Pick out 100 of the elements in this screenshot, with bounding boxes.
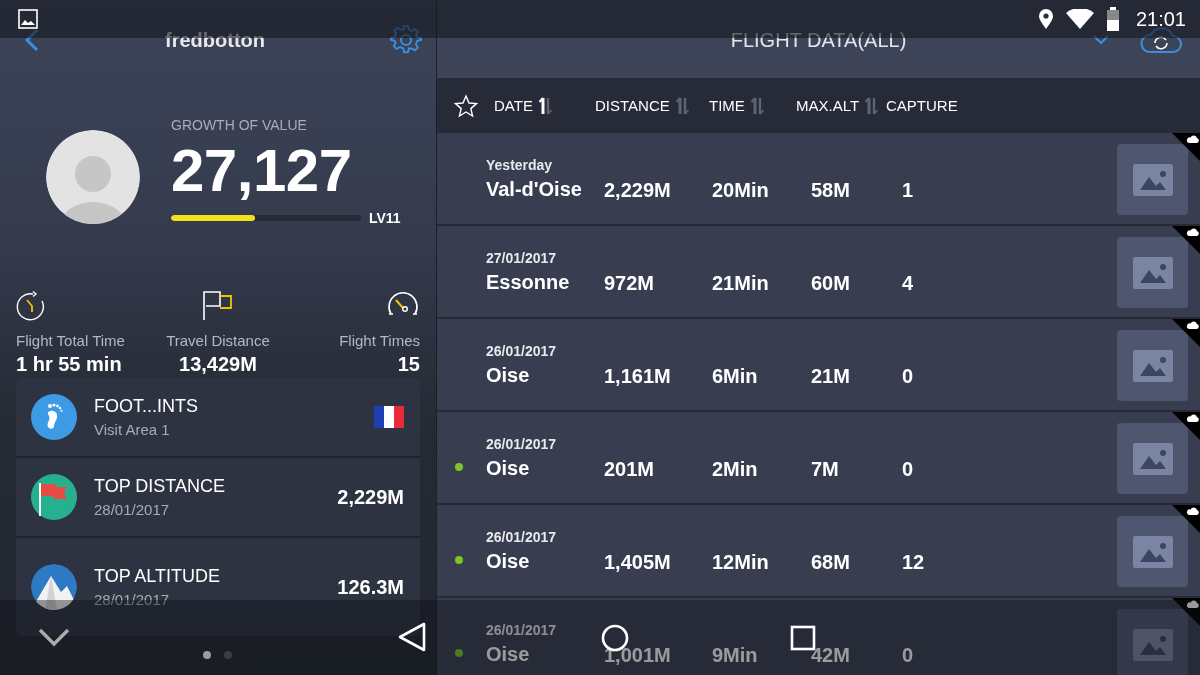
card-subtitle: 28/01/2017 xyxy=(94,591,171,608)
cloud-corner-icon xyxy=(1172,598,1200,626)
flight-max-altitude: 42M xyxy=(811,643,851,667)
flight-distance: 1,001M xyxy=(604,643,672,667)
flight-date: 26/01/2017 xyxy=(486,621,558,638)
image-placeholder-icon xyxy=(1132,256,1173,289)
photo-thumbnail[interactable] xyxy=(1117,609,1188,675)
flight-row[interactable]: 26/01/2017 Oise 1,001M 9Min 42M 0 xyxy=(437,598,1200,675)
card-subtitle: Visit Area 1 xyxy=(94,421,171,438)
username-title: fredbotton xyxy=(165,28,265,52)
flight-date: 26/01/2017 xyxy=(486,342,558,359)
flight-row[interactable]: 26/01/2017 Oise 1,161M 6Min 21M 0 xyxy=(437,319,1200,410)
flight-time: 2Min xyxy=(712,457,759,481)
flight-max-altitude: 58M xyxy=(811,178,851,202)
cloud-corner-icon xyxy=(1172,226,1200,254)
star-icon[interactable] xyxy=(454,93,478,118)
flight-max-altitude: 60M xyxy=(811,271,851,295)
column-label: MAX.ALT xyxy=(796,97,860,114)
level-label: LV11 xyxy=(369,210,401,226)
flight-distance: 1,405M xyxy=(604,550,672,574)
card-title: FOOT...INTS xyxy=(94,396,199,417)
flight-place: Oise xyxy=(486,642,531,666)
image-placeholder-icon xyxy=(1132,628,1173,661)
card-value: 126.3M xyxy=(337,575,404,599)
capture-count: 0 xyxy=(902,364,915,388)
image-placeholder-icon xyxy=(1132,163,1173,196)
flight-distance: 2,229M xyxy=(604,178,672,202)
cloud-corner-icon xyxy=(1172,505,1200,533)
flight-place: Oise xyxy=(486,363,531,387)
pennant-flag-icon xyxy=(31,474,77,520)
page-indicator-dot[interactable] xyxy=(203,651,211,659)
flight-distance: 972M xyxy=(604,271,656,295)
column-label: DATE xyxy=(494,97,533,114)
screen-title: FLIGHT DATA(ALL) xyxy=(730,28,907,52)
flight-date: 26/01/2017 xyxy=(486,435,558,452)
stat-label: Travel Distance xyxy=(166,332,270,349)
flight-date: 26/01/2017 xyxy=(486,528,558,545)
capture-count: 12 xyxy=(902,550,926,574)
capture-count: 0 xyxy=(902,457,915,481)
flight-time: 9Min xyxy=(712,643,759,667)
flight-row[interactable]: 27/01/2017 Essonne 972M 21Min 60M 4 xyxy=(437,226,1200,317)
image-placeholder-icon xyxy=(1132,349,1173,382)
chevron-down-icon[interactable] xyxy=(1093,35,1109,45)
card-title: TOP DISTANCE xyxy=(94,476,227,497)
mountain-icon xyxy=(31,564,77,610)
column-label: TIME xyxy=(709,97,745,114)
flight-max-altitude: 21M xyxy=(811,364,851,388)
flight-place: Essonne xyxy=(486,270,571,294)
card-title: TOP ALTITUDE xyxy=(94,566,222,587)
flag-outline-icon xyxy=(201,290,235,322)
column-header[interactable]: MAX.ALT xyxy=(796,96,886,115)
image-placeholder-icon xyxy=(1132,535,1173,568)
photo-thumbnail[interactable] xyxy=(1117,237,1188,308)
photo-thumbnail[interactable] xyxy=(1117,516,1188,587)
column-header[interactable]: CAPTURE xyxy=(886,97,1006,114)
gallery-notification-icon xyxy=(18,9,38,29)
capture-count: 4 xyxy=(902,271,915,295)
france-flag-icon xyxy=(374,406,404,428)
wifi-icon xyxy=(1065,9,1094,29)
card-subtitle: 28/01/2017 xyxy=(94,501,171,518)
flight-time: 20Min xyxy=(712,178,770,202)
sort-icon[interactable] xyxy=(537,96,553,115)
flight-distance: 201M xyxy=(604,457,656,481)
cloud-corner-icon xyxy=(1172,412,1200,440)
column-header[interactable]: DATE xyxy=(494,96,595,115)
settings-icon[interactable] xyxy=(390,24,422,56)
photo-thumbnail[interactable] xyxy=(1117,144,1188,215)
flight-distance: 1,161M xyxy=(604,364,672,388)
stats-card[interactable]: TOP ALTITUDE 28/01/2017 126.3M xyxy=(16,538,420,636)
stat-value: 13,429M xyxy=(179,353,257,376)
flight-place: Val-d'Oise xyxy=(486,177,583,201)
growth-value: 27,127 xyxy=(171,141,353,201)
flight-date: Yesterday xyxy=(486,156,554,173)
stat-label: Flight Times xyxy=(339,332,420,349)
flight-time: 12Min xyxy=(712,550,770,574)
chevron-down-icon[interactable] xyxy=(38,628,70,648)
flight-row[interactable]: Yesterday Val-d'Oise 2,229M 20Min 58M 1 xyxy=(437,133,1200,224)
growth-label: GROWTH OF VALUE xyxy=(171,117,308,133)
card-value: 2,229M xyxy=(337,485,404,509)
stats-card[interactable]: FOOT...INTS Visit Area 1 xyxy=(16,378,420,456)
column-header[interactable]: TIME xyxy=(709,96,796,115)
photo-thumbnail[interactable] xyxy=(1117,330,1188,401)
column-header[interactable]: DISTANCE xyxy=(595,96,709,115)
flight-row[interactable]: 26/01/2017 Oise 1,405M 12Min 68M 12 xyxy=(437,505,1200,596)
column-label: DISTANCE xyxy=(595,97,670,114)
flight-place: Oise xyxy=(486,456,531,480)
cloud-corner-icon xyxy=(1172,133,1200,161)
stats-card[interactable]: TOP DISTANCE 28/01/2017 2,229M xyxy=(16,458,420,536)
stat-value: 15 xyxy=(397,353,420,376)
page-indicator-dot[interactable] xyxy=(224,651,232,659)
flight-row[interactable]: 26/01/2017 Oise 201M 2Min 7M 0 xyxy=(437,412,1200,503)
clock-time: 21:01 xyxy=(1135,7,1186,31)
back-icon[interactable] xyxy=(24,28,40,52)
photo-thumbnail[interactable] xyxy=(1117,423,1188,494)
flight-time: 21Min xyxy=(712,271,770,295)
image-placeholder-icon xyxy=(1132,442,1173,475)
cloud-sync-icon[interactable] xyxy=(1139,26,1183,54)
back-nav-icon[interactable] xyxy=(398,622,426,652)
stat-value: 1 hr 55 min xyxy=(16,353,123,376)
column-label: CAPTURE xyxy=(886,97,958,114)
